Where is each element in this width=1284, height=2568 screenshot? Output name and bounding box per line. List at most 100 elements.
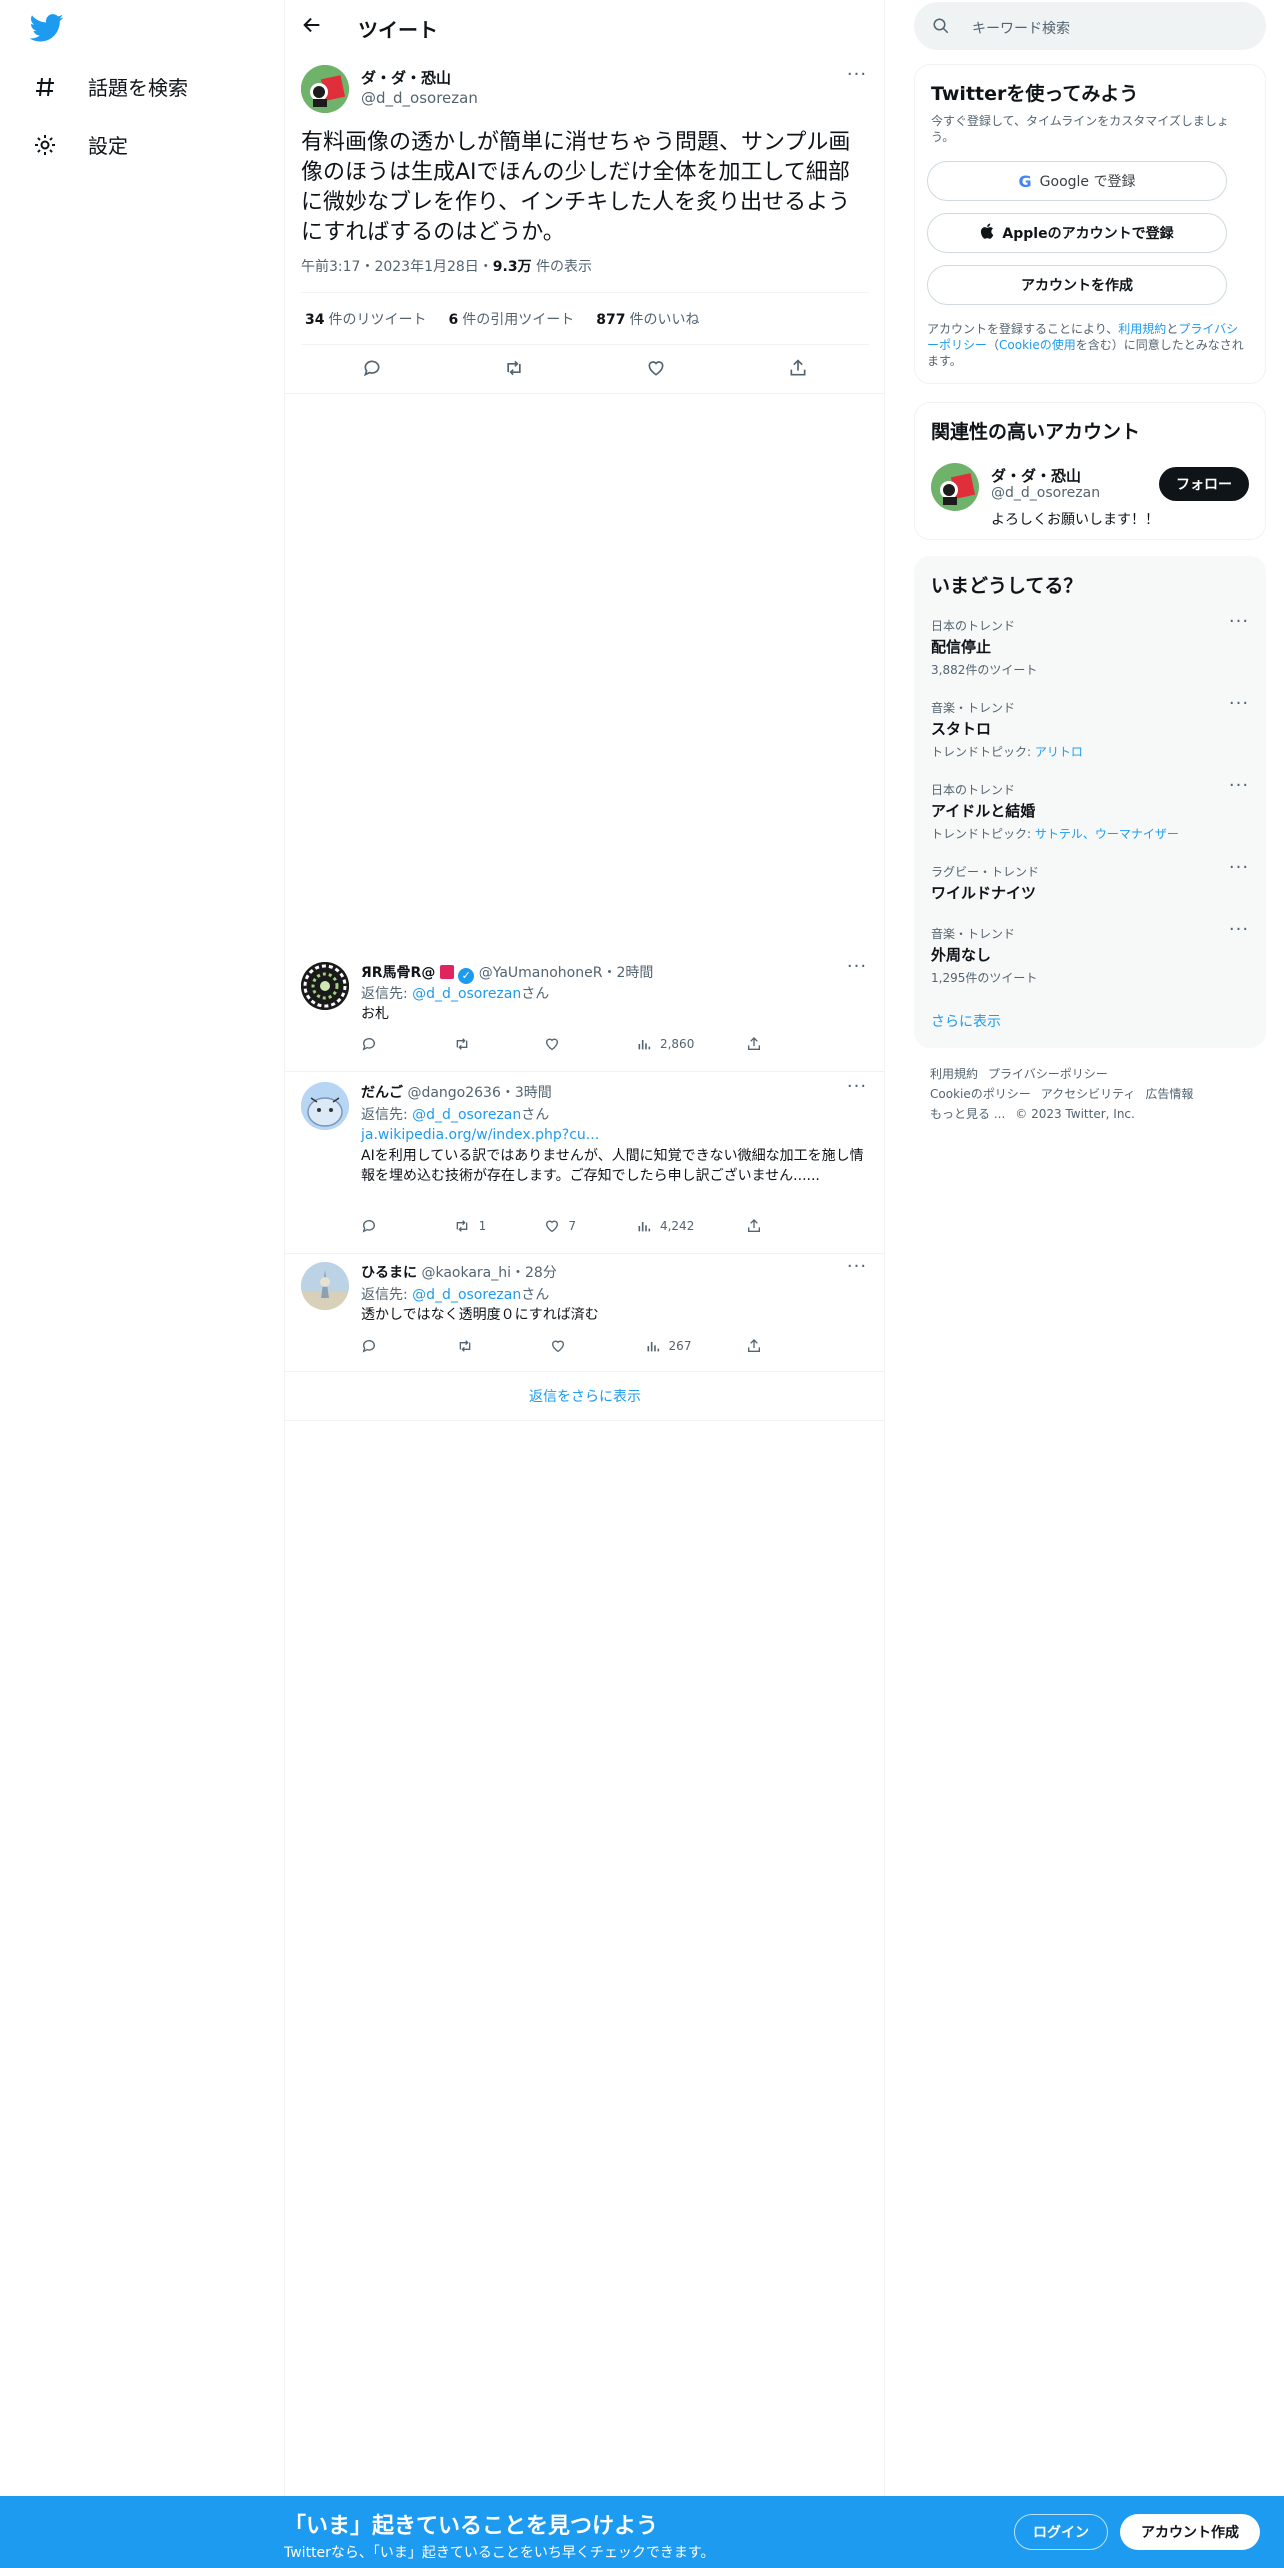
signup-legal-text: アカウントを登録することにより、利用規約とプライバシーポリシー（Cookieの使…	[927, 322, 1244, 368]
search-input[interactable]: キーワード検索	[972, 18, 1070, 38]
reply-like-count: 7	[568, 1219, 576, 1233]
more-options-icon[interactable]: ···	[1227, 921, 1251, 945]
cookie-link[interactable]: Cookieの使用	[999, 338, 1076, 352]
footer-link[interactable]: 広告情報	[1145, 1087, 1193, 1101]
footer-link[interactable]: もっと見る ...	[930, 1107, 1005, 1121]
trend-topic-link[interactable]: アリトロ	[1035, 745, 1083, 759]
quote-stat[interactable]: 6 件の引用ツイート	[448, 309, 574, 329]
reply-to: 返信先: @d_d_osorezanさん	[361, 1107, 550, 1123]
reply-text: AIを利用している訳ではありませんが、人間に知覚できない微細な加工を施し情報を埋…	[361, 1148, 864, 1184]
avatar[interactable]	[301, 1082, 349, 1130]
nav-settings[interactable]: 設定	[32, 130, 128, 159]
like-icon[interactable]: 7	[544, 1218, 584, 1234]
tweet-stats: 34 件のリツイート 6 件の引用ツイート 877 件のいいね	[305, 309, 699, 329]
more-options-icon[interactable]: ···	[1227, 695, 1251, 719]
views-icon[interactable]: 267	[645, 1338, 691, 1354]
like-icon[interactable]	[643, 355, 669, 381]
apple-signup-button[interactable]: Appleのアカウントで登録	[927, 213, 1227, 253]
share-icon[interactable]	[746, 1036, 786, 1052]
reply-author-handle[interactable]: @dango2636	[407, 1085, 500, 1101]
google-icon: G	[1018, 171, 1032, 191]
views-icon[interactable]: 2,860	[636, 1036, 694, 1052]
share-icon[interactable]	[785, 355, 811, 381]
avatar[interactable]	[301, 1262, 349, 1310]
related-handle[interactable]: @d_d_osorezan	[991, 485, 1100, 501]
terms-link[interactable]: 利用規約	[1118, 322, 1166, 336]
back-arrow-icon[interactable]	[301, 14, 327, 40]
share-icon[interactable]	[746, 1338, 786, 1354]
create-account-button[interactable]: アカウントを作成	[927, 265, 1227, 305]
retweet-icon[interactable]: 1	[453, 1218, 493, 1234]
reply-author-handle[interactable]: @kaokara_hi	[421, 1265, 511, 1281]
signup-button[interactable]: アカウント作成	[1120, 2514, 1260, 2550]
reply-time[interactable]: ・3時間	[501, 1085, 552, 1101]
trends-show-more-link[interactable]: さらに表示	[931, 1011, 1001, 1031]
reply-to-link[interactable]: @d_d_osorezan	[412, 1287, 521, 1303]
avatar[interactable]	[931, 463, 979, 511]
avatar[interactable]	[301, 65, 349, 113]
retweet-icon[interactable]	[456, 1338, 496, 1354]
views-icon[interactable]: 4,242	[636, 1218, 694, 1234]
trend-topic-link[interactable]: サトテル、ウーマナイザー	[1035, 827, 1179, 841]
reply-item[interactable]: だんご @dango2636・3時間 ··· 返信先: @d_d_osoreza…	[285, 1072, 885, 1254]
more-options-icon[interactable]: ···	[845, 1258, 869, 1282]
more-options-icon[interactable]: ···	[1227, 613, 1251, 637]
related-name[interactable]: ダ・ダ・恐山	[991, 465, 1081, 486]
reply-actions: 1 7 4,242	[361, 1218, 786, 1234]
reply-author-name[interactable]: ひるまに	[361, 1265, 417, 1281]
trend-item[interactable]: 音楽・トレンド スタトロ トレンドトピック: アリトロ ···	[931, 695, 1251, 760]
reply-author-handle[interactable]: @YaUmanohoneR	[479, 965, 603, 981]
retweet-icon[interactable]	[453, 1036, 493, 1052]
tweet-meta: 午前3:17・2023年1月28日・9.3万 件の表示	[301, 256, 592, 276]
author-name[interactable]: ダ・ダ・恐山	[361, 67, 451, 88]
more-options-icon[interactable]: ···	[845, 66, 869, 90]
reply-icon[interactable]	[361, 1338, 401, 1354]
retweet-stat[interactable]: 34 件のリツイート	[305, 309, 426, 329]
reply-item[interactable]: ひるまに @kaokara_hi・28分 ··· 返信先: @d_d_osore…	[285, 1254, 885, 1372]
reply-to-link[interactable]: @d_d_osorezan	[412, 1107, 521, 1123]
trend-item[interactable]: 音楽・トレンド 外周なし 1,295件のツイート ···	[931, 921, 1251, 986]
more-options-icon[interactable]: ···	[1227, 859, 1251, 883]
like-stat[interactable]: 877 件のいいね	[596, 309, 699, 329]
like-icon[interactable]	[550, 1338, 590, 1354]
reply-time[interactable]: ・28分	[511, 1265, 557, 1281]
reply-author-name[interactable]: だんご	[361, 1085, 403, 1101]
login-button[interactable]: ログイン	[1014, 2514, 1108, 2550]
footer-link[interactable]: Cookieのポリシー	[930, 1087, 1031, 1101]
signup-title: Twitterを使ってみよう	[931, 83, 1139, 105]
reply-time[interactable]: ・2時間	[602, 965, 653, 981]
gear-icon	[32, 132, 58, 158]
tweet-time[interactable]: 午前3:17・2023年1月28日・	[301, 259, 493, 275]
divider	[285, 393, 885, 394]
reply-item[interactable]: ЯR馬骨R@ ✓ @YaUmanohoneR・2時間 ··· 返信先: @d_d…	[285, 954, 885, 1072]
footer-link[interactable]: アクセシビリティ	[1041, 1087, 1136, 1101]
retweet-icon[interactable]	[501, 355, 527, 381]
reply-icon[interactable]	[361, 1218, 401, 1234]
reply-to: 返信先: @d_d_osorezanさん	[361, 1287, 550, 1303]
share-icon[interactable]	[746, 1218, 786, 1234]
trend-item[interactable]: 日本のトレンド 配信停止 3,882件のツイート ···	[931, 613, 1251, 678]
more-options-icon[interactable]: ···	[1227, 777, 1251, 801]
show-more-replies-link[interactable]: 返信をさらに表示	[285, 1386, 885, 1406]
more-options-icon[interactable]: ···	[845, 958, 869, 982]
page-title: ツイート	[358, 18, 438, 42]
footer-link[interactable]: 利用規約	[930, 1067, 978, 1081]
more-options-icon[interactable]: ···	[845, 1078, 869, 1102]
reply-to-link[interactable]: @d_d_osorezan	[412, 986, 521, 1002]
footer-link[interactable]: プライバシーポリシー	[988, 1067, 1108, 1081]
nav-explore[interactable]: 話題を検索	[32, 72, 188, 101]
google-signup-button[interactable]: G Google で登録	[927, 161, 1227, 201]
reply-icon[interactable]	[361, 1036, 401, 1052]
divider	[301, 344, 869, 345]
avatar[interactable]	[301, 962, 349, 1010]
reply-icon[interactable]	[359, 355, 385, 381]
like-icon[interactable]	[544, 1036, 584, 1052]
trend-item[interactable]: 日本のトレンド アイドルと結婚 トレンドトピック: サトテル、ウーマナイザー ·…	[931, 777, 1251, 842]
trend-item[interactable]: ラグビー・トレンド ワイルドナイツ ···	[931, 859, 1251, 903]
follow-button[interactable]: フォロー	[1159, 467, 1249, 501]
twitter-logo-icon[interactable]	[29, 14, 66, 44]
reply-author-name[interactable]: ЯR馬骨R@	[361, 965, 435, 981]
search-box[interactable]: キーワード検索	[914, 2, 1266, 50]
author-handle[interactable]: @d_d_osorezan	[361, 89, 478, 107]
reply-link[interactable]: ja.wikipedia.org/w/index.php?cu...	[361, 1125, 866, 1145]
